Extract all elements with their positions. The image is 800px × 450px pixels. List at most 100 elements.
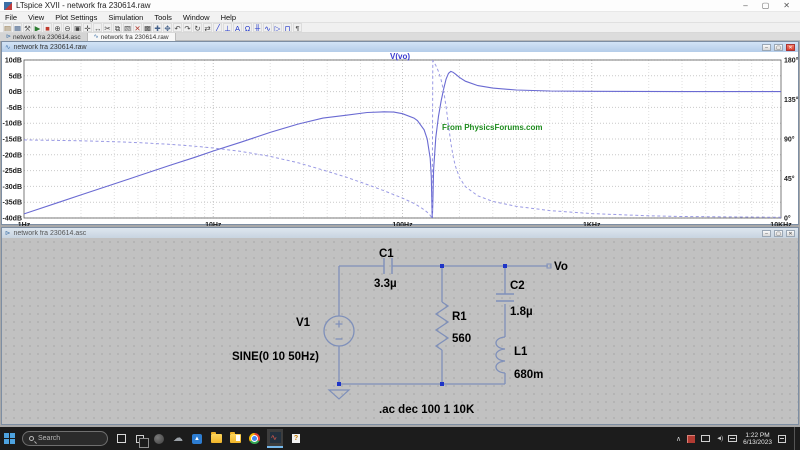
toolbar-icon-move[interactable]: ✚ bbox=[153, 23, 162, 32]
window-stack-icon[interactable] bbox=[134, 433, 146, 445]
window-titlebar: LTspice XVII - network fra 230614.raw – … bbox=[0, 0, 800, 12]
inductor-l1[interactable] bbox=[496, 337, 505, 373]
tray-red-app-icon[interactable] bbox=[687, 435, 695, 443]
physicsforums-annotation: From PhysicsForums.com bbox=[442, 123, 542, 132]
toolbar-icon-resistor[interactable]: Ω bbox=[243, 23, 252, 32]
hidden-icons-chevron-icon[interactable]: ∧ bbox=[676, 435, 681, 443]
task-view-icon[interactable] bbox=[115, 433, 127, 445]
toolbar-icon-run[interactable]: ▶ bbox=[33, 23, 42, 32]
trace-legend[interactable]: V(vo) bbox=[2, 52, 798, 61]
documents-folder-icon[interactable] bbox=[229, 433, 241, 445]
label-c1-value[interactable]: 3.3µ bbox=[374, 278, 397, 290]
search-input[interactable]: Search bbox=[22, 431, 108, 446]
chrome-icon[interactable] bbox=[248, 433, 260, 445]
schematic-panel-titlebar[interactable]: ⊳ network fra 230614.asc – ▢ ✕ bbox=[2, 228, 798, 238]
toolbar-icon-zoom-full[interactable]: ▣ bbox=[73, 23, 82, 32]
toolbar-icon-open[interactable]: ▤ bbox=[3, 23, 12, 32]
label-l1-name[interactable]: L1 bbox=[514, 346, 528, 358]
toolbar-icon-halt[interactable]: ■ bbox=[43, 23, 52, 32]
label-port-vo[interactable]: Vo bbox=[554, 261, 568, 273]
toolbar-icon-zoom-in[interactable]: ⊕ bbox=[53, 23, 62, 32]
minimize-icon[interactable]: – bbox=[743, 2, 747, 10]
toolbar-icon-zoom-out[interactable]: ⊖ bbox=[63, 23, 72, 32]
taskbar-clock[interactable]: 1:22 PM 6/13/2023 bbox=[743, 432, 772, 446]
show-desktop-button[interactable] bbox=[794, 427, 796, 450]
tab-waveform[interactable]: ∿ network fra 230614.raw bbox=[88, 33, 176, 41]
label-ac-directive[interactable]: .ac dec 100 1 10K bbox=[379, 404, 475, 416]
capacitor-c1[interactable] bbox=[384, 258, 392, 274]
start-button-icon[interactable] bbox=[4, 433, 15, 444]
label-c2-name[interactable]: C2 bbox=[510, 280, 525, 292]
toolbar-icon-rotate[interactable]: ↻ bbox=[193, 23, 202, 32]
toolbar-icon-copy[interactable]: ⧉ bbox=[113, 23, 122, 32]
axis-tick-label: -15dB bbox=[3, 137, 22, 144]
speaker-icon[interactable]: ◄) bbox=[716, 436, 722, 442]
notifications-icon[interactable] bbox=[778, 435, 786, 443]
toolbar-icon-inductor[interactable]: ∿ bbox=[263, 23, 272, 32]
resistor-r1[interactable] bbox=[436, 302, 448, 350]
axis-tick-label: -5dB bbox=[6, 105, 22, 112]
toolbar-icon-wire[interactable]: ╱ bbox=[213, 23, 222, 32]
toolbar-icon-control-panel[interactable]: ⚒ bbox=[23, 23, 32, 32]
panel-restore-icon[interactable]: ▢ bbox=[774, 44, 783, 51]
panel-restore-icon[interactable]: ▢ bbox=[774, 230, 783, 237]
toolbar-icon-ground[interactable]: ⊥ bbox=[223, 23, 232, 32]
keyboard-icon[interactable] bbox=[728, 435, 737, 442]
toolbar-icon-duplicate[interactable]: ▩ bbox=[143, 23, 152, 32]
toolbar-icon-pan[interactable]: ✛ bbox=[83, 23, 92, 32]
toolbar-icon-diode[interactable]: ▷ bbox=[273, 23, 282, 32]
toolbar-icon-label-net[interactable]: A bbox=[233, 23, 242, 32]
label-v1-name[interactable]: V1 bbox=[296, 317, 311, 329]
tab-schematic[interactable]: ⊳ network fra 230614.asc bbox=[0, 33, 88, 41]
label-r1-name[interactable]: R1 bbox=[452, 311, 467, 323]
toolbar-icon-capacitor[interactable]: ╫ bbox=[253, 23, 262, 32]
toolbar-icon-paste[interactable]: ▧ bbox=[123, 23, 132, 32]
panel-close-icon[interactable]: ✕ bbox=[786, 44, 795, 51]
maximize-icon[interactable]: ▢ bbox=[762, 2, 770, 10]
label-c2-value[interactable]: 1.8µ bbox=[510, 306, 533, 318]
waveform-panel-titlebar[interactable]: ∿ network fra 230614.raw – ▢ ✕ bbox=[2, 42, 798, 52]
tabbar: ⊳ network fra 230614.asc ∿ network fra 2… bbox=[0, 33, 800, 41]
toolbar-icon-cut[interactable]: ✂ bbox=[103, 23, 112, 32]
menu-view[interactable]: View bbox=[28, 13, 44, 22]
file-explorer-icon[interactable] bbox=[210, 433, 222, 445]
menu-help[interactable]: Help bbox=[221, 13, 236, 22]
menu-tools[interactable]: Tools bbox=[154, 13, 172, 22]
toolbar-icon-mirror[interactable]: ⇄ bbox=[203, 23, 212, 32]
toolbar-icon-undo[interactable]: ↶ bbox=[173, 23, 182, 32]
panel-minimize-icon[interactable]: – bbox=[762, 44, 771, 51]
panel-minimize-icon[interactable]: – bbox=[762, 230, 771, 237]
menu-file[interactable]: File bbox=[5, 13, 17, 22]
label-l1-value[interactable]: 680m bbox=[514, 369, 543, 381]
label-r1-value[interactable]: 560 bbox=[452, 333, 471, 345]
schematic-panel: ⊳ network fra 230614.asc – ▢ ✕ bbox=[1, 227, 799, 425]
menu-window[interactable]: Window bbox=[183, 13, 210, 22]
voltage-source-v1[interactable] bbox=[324, 316, 354, 346]
browser-circle-icon[interactable] bbox=[153, 433, 165, 445]
label-v1-value[interactable]: SINE(0 10 50Hz) bbox=[232, 351, 319, 363]
toolbar-icon-delete[interactable]: ✕ bbox=[133, 23, 142, 32]
menu-simulation[interactable]: Simulation bbox=[108, 13, 143, 22]
menu-plot-settings[interactable]: Plot Settings bbox=[55, 13, 97, 22]
ltspice-taskbar-icon[interactable] bbox=[267, 429, 283, 448]
toolbar-icon-drag[interactable]: ✥ bbox=[163, 23, 172, 32]
close-icon[interactable]: ✕ bbox=[783, 2, 790, 10]
capacitor-c2[interactable] bbox=[496, 294, 514, 301]
label-c1-name[interactable]: C1 bbox=[379, 248, 394, 260]
toolbar-icon-autorange[interactable]: ↔ bbox=[93, 23, 102, 32]
waveform-panel: ∿ network fra 230614.raw – ▢ ✕ 10dB5dB0d… bbox=[1, 41, 799, 225]
toolbar-icon-redo[interactable]: ↷ bbox=[183, 23, 192, 32]
axis-tick-label: 1Hz bbox=[18, 222, 31, 226]
ground-symbol[interactable] bbox=[329, 390, 349, 399]
app-icon bbox=[4, 2, 12, 10]
help-app-icon[interactable]: ? bbox=[290, 433, 302, 445]
toolbar-icon-component[interactable]: ⊓ bbox=[283, 23, 292, 32]
toolbar-icon-save[interactable]: ▦ bbox=[13, 23, 22, 32]
window-title: LTspice XVII - network fra 230614.raw bbox=[16, 1, 743, 10]
panel-close-icon[interactable]: ✕ bbox=[786, 230, 795, 237]
onedrive-icon[interactable]: ☁ bbox=[172, 433, 184, 445]
clock-time: 1:22 PM bbox=[743, 432, 772, 439]
monitor-icon[interactable] bbox=[701, 435, 710, 442]
toolbar-icon-spice-directive[interactable]: ¶ bbox=[293, 23, 302, 32]
photos-icon[interactable]: ▲ bbox=[191, 433, 203, 445]
